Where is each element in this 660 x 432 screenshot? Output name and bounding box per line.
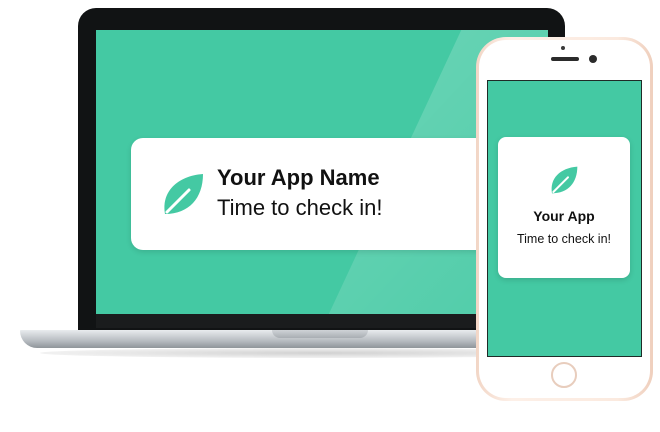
notification-title: Your App Name <box>217 165 380 190</box>
laptop-opening-notch <box>272 330 368 338</box>
phone-camera <box>589 55 597 63</box>
notification-title: Your App <box>533 208 595 224</box>
notification-message: Time to check in! <box>217 195 383 220</box>
leaf-icon <box>164 174 203 214</box>
phone-sensor <box>561 46 565 50</box>
notification-message: Time to check in! <box>516 232 611 246</box>
phone-notification-card[interactable]: Your App Time to check in! <box>498 137 630 278</box>
phone-speaker <box>551 57 579 61</box>
leaf-icon <box>551 166 578 194</box>
phone-home-button[interactable] <box>551 362 577 388</box>
